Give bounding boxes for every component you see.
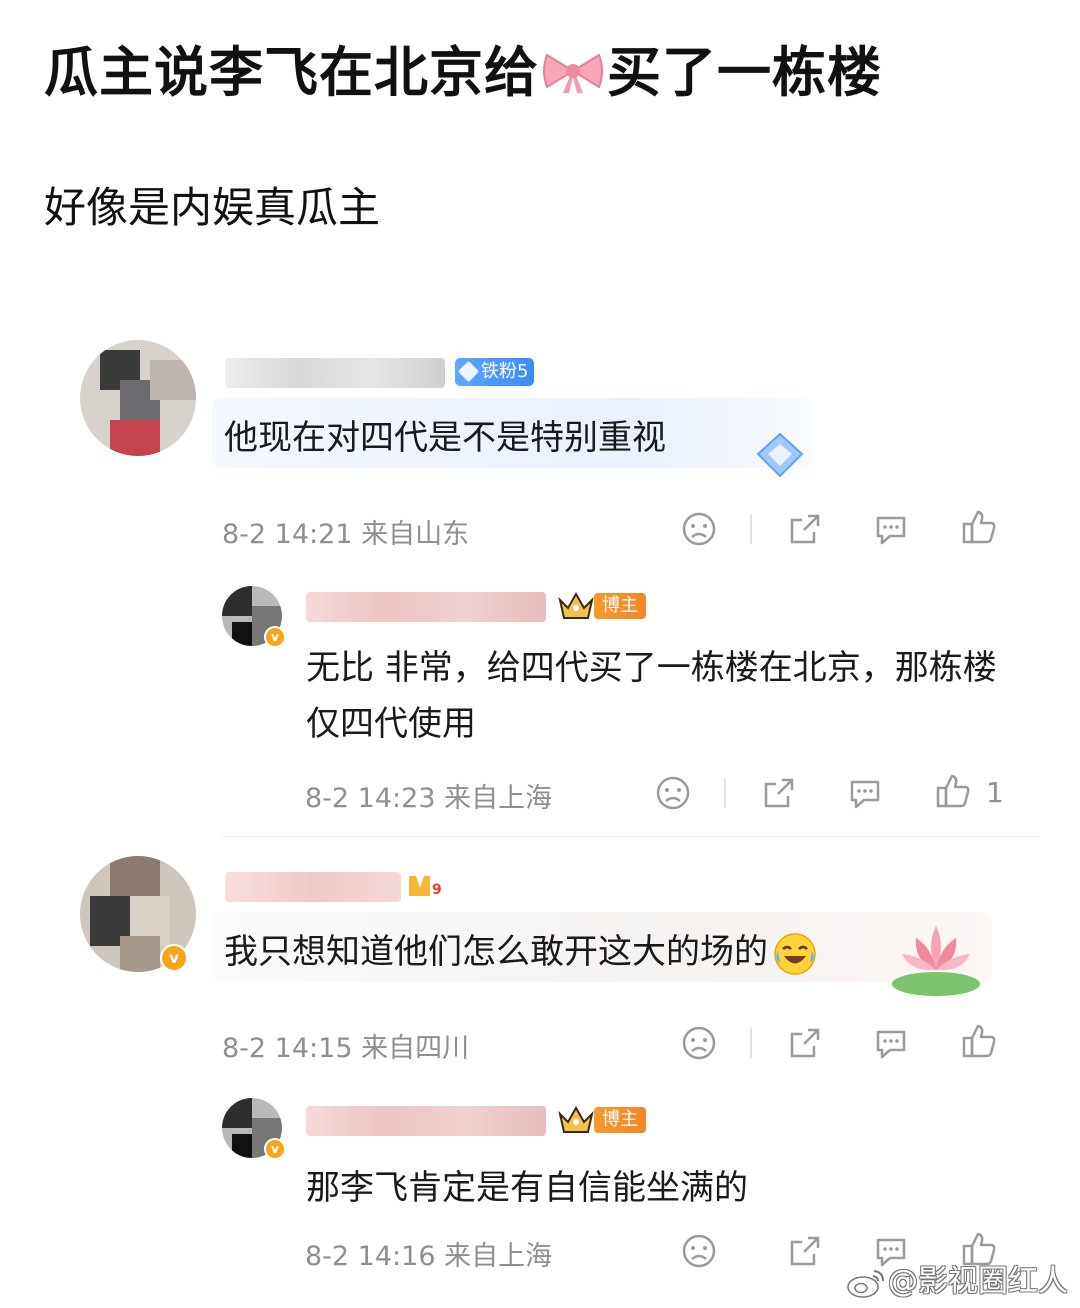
like-icon[interactable]: [960, 1022, 998, 1060]
comment-icon[interactable]: [872, 510, 910, 548]
reply-location: 来自上海: [444, 783, 553, 814]
comment-location: 来自山东: [361, 519, 470, 550]
laugh-cry-emoji-icon: [774, 932, 816, 975]
post-subtitle: 好像是内娱真瓜主: [44, 183, 381, 232]
weibo-logo-icon: [847, 1269, 884, 1298]
reply-location: 来自上海: [444, 1241, 553, 1272]
verified-badge: v: [264, 626, 286, 648]
username-blurred[interactable]: [225, 358, 445, 388]
watermark: @影视圈红人: [846, 1256, 1068, 1300]
verified-badge: v: [264, 1138, 286, 1160]
comment-time: 8-2 14:15: [222, 1033, 353, 1064]
avatar[interactable]: [80, 340, 196, 456]
host-badge-label: 博主: [594, 593, 646, 619]
bow-emoji-icon: [541, 45, 605, 108]
username-blurred[interactable]: [306, 1106, 546, 1136]
reply-meta: 8-2 14:23 来自上海: [305, 776, 552, 815]
svg-text:9: 9: [432, 882, 442, 898]
vip-badge-icon: 9: [409, 876, 442, 898]
fan-badge-label: 铁粉5: [481, 361, 529, 382]
comment-separator: [222, 836, 1040, 837]
like-count: 1: [986, 776, 1004, 809]
post-title: 瓜主说李飞在北京给 买了一栋楼: [44, 28, 882, 108]
dislike-icon[interactable]: [680, 1024, 718, 1062]
comment-icon[interactable]: [846, 774, 884, 812]
diamond-icon: [457, 360, 480, 383]
dislike-icon[interactable]: [654, 774, 692, 812]
action-divider: [750, 514, 752, 544]
host-badge-label: 博主: [594, 1107, 646, 1133]
comment-time: 8-2 14:21: [222, 519, 353, 550]
username-blurred[interactable]: [225, 872, 401, 902]
post-title-part-1: 瓜主说李飞在北京给: [44, 41, 539, 104]
action-divider: [724, 778, 726, 808]
comment-location: 来自四川: [361, 1033, 470, 1064]
comment-meta: 8-2 14:21 来自山东: [222, 512, 469, 551]
like-icon[interactable]: [934, 772, 972, 810]
reply-time: 8-2 14:23: [305, 783, 436, 814]
reply-text: 那李飞肯定是有自信能坐满的: [306, 1168, 748, 1208]
share-icon[interactable]: [786, 1232, 824, 1270]
comment-text: 他现在对四代是不是特别重视: [224, 418, 666, 458]
username-blurred[interactable]: [306, 592, 546, 622]
share-icon[interactable]: [786, 510, 824, 548]
like-icon[interactable]: [960, 508, 998, 546]
comment-text-content: 我只想知道他们怎么敢开这大的场的: [224, 932, 768, 972]
reply-time: 8-2 14:16: [305, 1241, 436, 1272]
comment-text: 我只想知道他们怎么敢开这大的场的: [224, 924, 818, 977]
dislike-icon[interactable]: [680, 1232, 718, 1270]
watermark-text: @影视圈红人: [888, 1264, 1068, 1299]
share-icon[interactable]: [786, 1024, 824, 1062]
crown-icon: [558, 1105, 594, 1133]
share-icon[interactable]: [760, 774, 798, 812]
dislike-icon[interactable]: [680, 510, 718, 548]
fan-level-badge: 铁粉5: [455, 358, 535, 386]
comment-icon[interactable]: [872, 1024, 910, 1062]
reply-meta: 8-2 14:16 来自上海: [305, 1234, 552, 1273]
post-title-part-2: 买了一栋楼: [607, 41, 882, 104]
crown-icon: [558, 591, 594, 619]
diamond-icon: [756, 432, 804, 478]
lotus-icon: [892, 926, 980, 996]
verified-badge: v: [160, 944, 188, 972]
action-divider: [750, 1028, 752, 1058]
comment-meta: 8-2 14:15 来自四川: [222, 1026, 469, 1065]
reply-text: 无比 非常，给四代买了一栋楼在北京，那栋楼仅四代使用: [306, 648, 997, 744]
